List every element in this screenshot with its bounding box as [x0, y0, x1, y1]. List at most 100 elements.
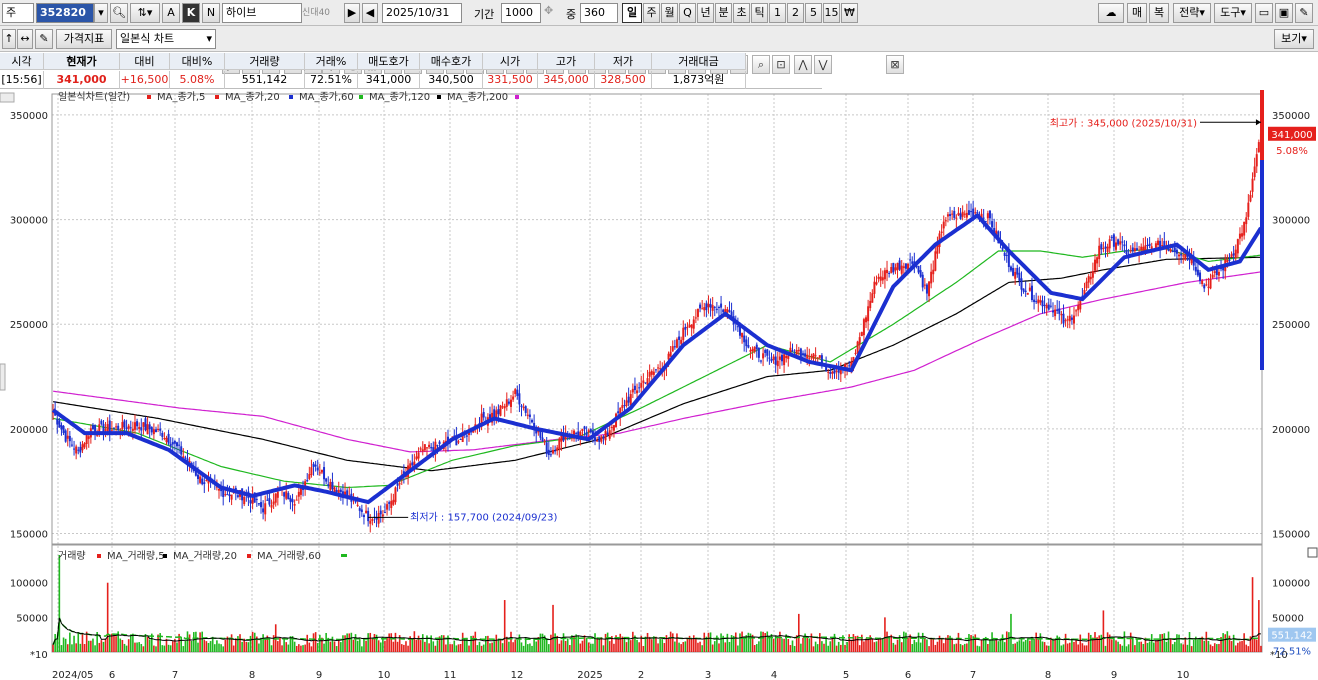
period-button-2[interactable]: 월 [661, 3, 678, 23]
compound-button[interactable]: 복 [1149, 3, 1169, 23]
candle-body-563 [1234, 249, 1237, 258]
candle-body-467 [1033, 299, 1036, 303]
chart-type-select[interactable]: 일본식 차트 ▾ [116, 29, 216, 49]
volume-bar-335 [755, 644, 758, 652]
candle-body-85 [230, 494, 233, 500]
candle-body-466 [1030, 285, 1033, 301]
candle-body-121 [306, 479, 309, 482]
volume-bar-340 [766, 631, 769, 652]
candle-body-344 [774, 356, 777, 365]
market-select[interactable]: 주 [2, 3, 34, 23]
period-button-12[interactable]: ₩ [841, 3, 858, 23]
period-button-8[interactable]: 1 [769, 3, 786, 23]
stock-code-input[interactable]: 352820 [36, 3, 94, 23]
volume-bar-525 [1155, 640, 1157, 652]
candle-body-519 [1142, 246, 1145, 251]
volume-bar-559 [1226, 631, 1229, 652]
period-button-6[interactable]: 초 [733, 3, 750, 23]
market-n-button[interactable]: N [202, 3, 220, 23]
period-button-10[interactable]: 5 [805, 3, 822, 23]
stock-name-field[interactable]: 하이브 [222, 3, 302, 23]
edit-button[interactable]: ✎ [35, 29, 53, 49]
candle-body-210 [493, 409, 496, 417]
candle-body-115 [293, 504, 296, 506]
candle-body-280 [640, 383, 643, 388]
legend-swatch-ma200 [515, 95, 519, 99]
period-button-3[interactable]: Q [679, 3, 696, 23]
xtick-4: 9 [316, 670, 322, 680]
volume-bar-540 [1186, 644, 1189, 652]
expand-vertical-button[interactable]: ↑ [2, 29, 16, 49]
quote-value-4: 551,142 [225, 71, 305, 89]
candle-body-315 [713, 306, 716, 308]
settings-button[interactable]: ✎ [1295, 3, 1313, 23]
volume-bar-125 [314, 632, 317, 652]
candle-body-223 [520, 405, 523, 408]
candle-body-480 [1060, 313, 1063, 316]
search-button[interactable]: 🔍︎ [110, 3, 128, 23]
clear-tool-button[interactable]: ⊠ [886, 55, 904, 74]
volume-bar-546 [1199, 637, 1201, 652]
code-dropdown-button[interactable]: ▾ [94, 3, 108, 23]
volume-bar-305 [692, 635, 695, 652]
candle-body-145 [356, 504, 359, 506]
candle-body-389 [869, 300, 872, 309]
volume-bar-179 [428, 643, 430, 652]
period-button-4[interactable]: 년 [697, 3, 714, 23]
candle-body-263 [604, 430, 607, 441]
candle-body-99 [260, 502, 263, 508]
legend-vol-ma5: MA_거래량,5 [107, 550, 165, 562]
date-input[interactable]: 2025/10/31 [382, 3, 462, 23]
candle-body-258 [594, 437, 597, 442]
volume-bar-415 [924, 637, 926, 652]
volume-bar-120 [304, 644, 306, 652]
period-input[interactable]: 1000 [501, 3, 541, 23]
candle-body-484 [1068, 315, 1071, 322]
candle-body-533 [1171, 250, 1174, 252]
candle-body-479 [1058, 308, 1061, 314]
candle-body-458 [1014, 271, 1017, 279]
market-a-button[interactable]: A [162, 3, 180, 23]
period-button-5[interactable]: 분 [715, 3, 732, 23]
candle-body-225 [524, 406, 527, 413]
volume-bar-313 [709, 632, 712, 652]
expand-horizontal-button[interactable]: ↔ [17, 29, 33, 49]
buy-button[interactable]: 매 [1127, 3, 1147, 23]
volume-bar-264 [606, 632, 609, 652]
candle-body-53 [163, 438, 166, 440]
volume-bar-274 [627, 638, 630, 652]
candle-body-549 [1205, 284, 1208, 286]
candle-body-262 [602, 436, 605, 439]
price-indicator-button[interactable]: 가격지표 [56, 29, 112, 49]
tools-button[interactable]: 도구▾ [1214, 3, 1252, 23]
volume-bar-436 [968, 634, 970, 652]
candle-body-83 [226, 494, 229, 496]
volume-bar-388 [867, 638, 869, 652]
volume-bar-227 [529, 643, 531, 652]
back-button[interactable]: ◀ [362, 3, 378, 23]
period-button-9[interactable]: 2 [787, 3, 804, 23]
volume-bar-151 [369, 632, 372, 652]
strategy-button[interactable]: 전략▾ [1173, 3, 1211, 23]
volume-bar-308 [699, 641, 701, 652]
period-button-11[interactable]: 15 [823, 3, 840, 23]
candle-body-337 [759, 360, 762, 362]
sort-button[interactable]: ⇅▾ [130, 3, 160, 23]
count-input[interactable]: 360 [580, 3, 618, 23]
period-button-1[interactable]: 주 [643, 3, 660, 23]
volume-bar-86 [232, 645, 235, 652]
crosshair-icon[interactable]: ✥ [544, 4, 553, 17]
cloud-button[interactable]: ☁ [1098, 3, 1124, 23]
period-button-0[interactable]: 일 [622, 3, 642, 23]
play-button[interactable]: ▶ [344, 3, 360, 23]
volume-bar-285 [650, 639, 653, 652]
market-k-button[interactable]: K [182, 3, 200, 23]
stock-chart[interactable]: 350000 350000300000 300000250000 2500002000… [0, 90, 1318, 680]
candle-body-469 [1037, 299, 1040, 304]
period-button-7[interactable]: 틱 [751, 3, 768, 23]
view-button[interactable]: 보기▾ [1274, 29, 1314, 49]
folder-button[interactable]: ▭ [1255, 3, 1273, 23]
save-button[interactable]: ▣ [1275, 3, 1293, 23]
candle-body-343 [772, 356, 775, 360]
candle-body-359 [806, 354, 809, 359]
